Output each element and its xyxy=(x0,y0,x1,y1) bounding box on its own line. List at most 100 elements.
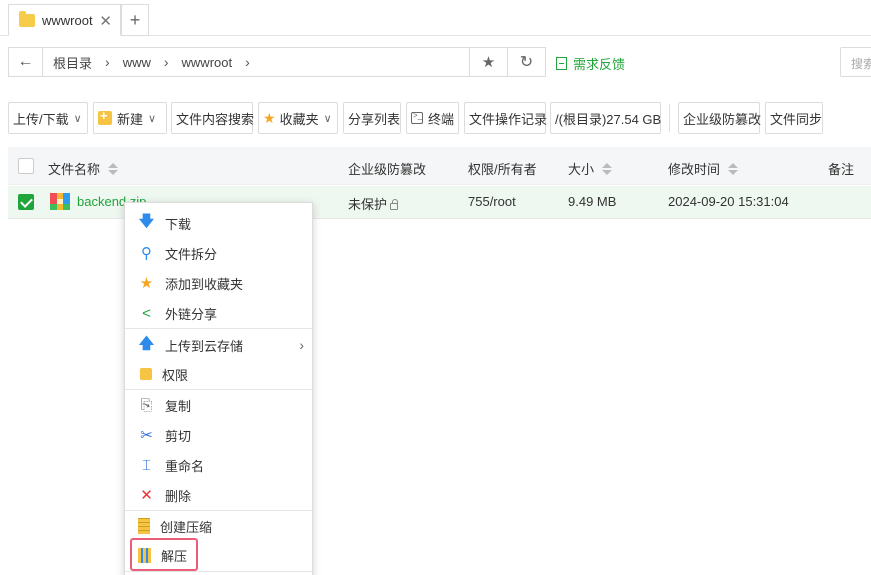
menu-item-label: 添加到收藏夹 xyxy=(165,276,244,292)
menu-item-label: 外链分享 xyxy=(165,306,218,322)
close-icon[interactable]: ✕ xyxy=(99,12,112,30)
add-tab-button[interactable]: + xyxy=(121,4,149,36)
file-sync-button[interactable]: 文件同步 xyxy=(765,102,823,134)
toolbar-divider xyxy=(669,104,670,132)
star-icon: ★ xyxy=(139,275,154,292)
star-icon: ★ xyxy=(481,54,496,71)
menu-item-share-link[interactable]: < 外链分享 xyxy=(125,298,312,328)
download-icon: 🡇 xyxy=(138,212,155,230)
content-search-button[interactable]: 文件内容搜索 xyxy=(171,102,255,134)
menu-item-rename[interactable]: ⌶ 重命名 xyxy=(125,450,312,480)
extract-highlight-box xyxy=(130,538,198,571)
back-button[interactable]: ← xyxy=(9,48,43,76)
menu-item-label: 复制 xyxy=(165,398,192,414)
chevron-right-icon: › xyxy=(245,54,250,70)
tab-wwwroot[interactable]: wwwroot ✕ xyxy=(8,4,121,36)
header-mtime-label: 修改时间 xyxy=(668,162,721,177)
chevron-down-icon: ∨ xyxy=(148,112,157,125)
table-header: 文件名称 企业级防篡改 权限/所有者 大小 修改时间 备注 xyxy=(8,147,871,185)
menu-item-label: 删除 xyxy=(165,488,192,504)
tab-title: wwwroot xyxy=(42,12,93,28)
new-file-icon xyxy=(98,108,112,125)
header-note-label: 备注 xyxy=(828,162,855,177)
tab-bar: wwwroot ✕ + xyxy=(0,0,871,36)
op-log-button[interactable]: 文件操作记录 xyxy=(464,102,547,134)
feedback-link[interactable]: 需求反馈 xyxy=(556,54,625,73)
chevron-down-icon: ∨ xyxy=(73,112,82,125)
menu-item-delete[interactable]: ✕ 删除 xyxy=(125,480,312,510)
sort-icon xyxy=(728,162,739,175)
size-cell: 9.49 MB xyxy=(568,194,617,209)
header-mtime[interactable]: 修改时间 xyxy=(668,159,739,178)
folder-icon xyxy=(19,10,35,27)
chevron-right-icon: › xyxy=(163,54,169,70)
share-list-button[interactable]: 分享列表 xyxy=(343,102,401,134)
favorite-button[interactable]: ★ xyxy=(469,48,507,76)
chevron-right-icon: › xyxy=(299,337,304,353)
disk-button[interactable]: /(根目录)27.54 GB xyxy=(550,102,661,134)
menu-divider xyxy=(125,571,312,572)
header-tamper-label: 企业级防篡改 xyxy=(348,162,427,177)
menu-item-permission[interactable]: 权限 xyxy=(125,359,312,389)
compress-icon xyxy=(138,518,150,534)
address-bar: ← 根目录 › www › wwwroot › ★ ↻ xyxy=(8,47,546,77)
edit-icon xyxy=(556,57,567,70)
refresh-icon: ↻ xyxy=(519,54,534,71)
rename-icon: ⌶ xyxy=(141,456,151,474)
mtime-cell: 2024-09-20 15:31:04 xyxy=(668,194,789,209)
tamper-status[interactable]: 未保护 xyxy=(348,194,399,213)
menu-item-download[interactable]: 🡇 下载 xyxy=(125,208,312,238)
menu-item-cloud-upload[interactable]: 🡅 上传到云存储 › xyxy=(125,330,312,360)
terminal-button[interactable]: 终端 xyxy=(406,102,459,134)
menu-divider xyxy=(125,328,312,329)
context-menu: 🡇 下载 ⚲ 文件拆分 ★ 添加到收藏夹 < 外链分享 🡅 上传到云存储 › 权… xyxy=(124,202,313,575)
menu-item-copy[interactable]: ⎘ 复制 xyxy=(125,390,312,420)
breadcrumb-root[interactable]: 根目录 xyxy=(53,53,92,72)
menu-item-label: 权限 xyxy=(162,367,189,383)
sort-icon xyxy=(108,162,119,175)
sort-icon xyxy=(602,162,613,175)
header-name[interactable]: 文件名称 xyxy=(48,159,119,178)
search-input[interactable]: 搜索 xyxy=(840,47,871,77)
breadcrumb: 根目录 › www › wwwroot › xyxy=(43,48,469,76)
copy-icon: ⎘ xyxy=(140,396,153,414)
row-checkbox[interactable] xyxy=(18,194,34,210)
favorites-button[interactable]: ★ 收藏夹 ∨ xyxy=(258,102,338,134)
header-perm-label: 权限/所有者 xyxy=(468,162,537,177)
star-icon: ★ xyxy=(263,109,276,126)
header-tamper: 企业级防篡改 xyxy=(348,159,426,178)
new-button[interactable]: 新建 ∨ xyxy=(93,102,167,134)
delete-icon: ✕ xyxy=(140,487,153,504)
upload-download-label: 上传/下载 xyxy=(13,111,69,127)
header-note: 备注 xyxy=(828,159,854,178)
menu-item-split[interactable]: ⚲ 文件拆分 xyxy=(125,238,312,268)
refresh-button[interactable]: ↻ xyxy=(507,48,545,76)
upload-download-button[interactable]: 上传/下载 ∨ xyxy=(8,102,88,134)
menu-item-compress[interactable]: 创建压缩 xyxy=(125,511,312,541)
select-all-checkbox[interactable] xyxy=(18,158,34,174)
menu-item-label: 上传到云存储 xyxy=(165,338,244,354)
menu-item-label: 下载 xyxy=(165,216,192,232)
sync-label: 文件同步 xyxy=(770,111,823,127)
tamper-label: 企业级防篡改 xyxy=(683,111,762,127)
split-icon: ⚲ xyxy=(141,245,152,262)
tamper-protection-button[interactable]: 企业级防篡改 xyxy=(678,102,762,134)
content-search-label: 文件内容搜索 xyxy=(176,111,255,127)
share-icon: < xyxy=(142,304,151,322)
tamper-status-label: 未保护 xyxy=(348,197,388,212)
cut-icon: ✂ xyxy=(140,427,153,444)
permission-cell[interactable]: 755/root xyxy=(468,194,516,209)
header-size[interactable]: 大小 xyxy=(568,159,613,178)
terminal-icon xyxy=(411,111,423,124)
menu-item-add-favorite[interactable]: ★ 添加到收藏夹 xyxy=(125,268,312,298)
zip-file-icon xyxy=(50,193,70,210)
menu-item-label: 剪切 xyxy=(165,428,192,444)
chevron-right-icon: › xyxy=(105,54,110,70)
breadcrumb-www[interactable]: www xyxy=(123,55,151,70)
breadcrumb-wwwroot[interactable]: wwwroot xyxy=(182,55,233,70)
favorites-label: 收藏夹 xyxy=(279,111,319,127)
menu-item-cut[interactable]: ✂ 剪切 xyxy=(125,420,312,450)
terminal-label: 终端 xyxy=(427,111,454,127)
feedback-label: 需求反馈 xyxy=(573,57,626,72)
menu-item-label: 重命名 xyxy=(165,458,205,474)
